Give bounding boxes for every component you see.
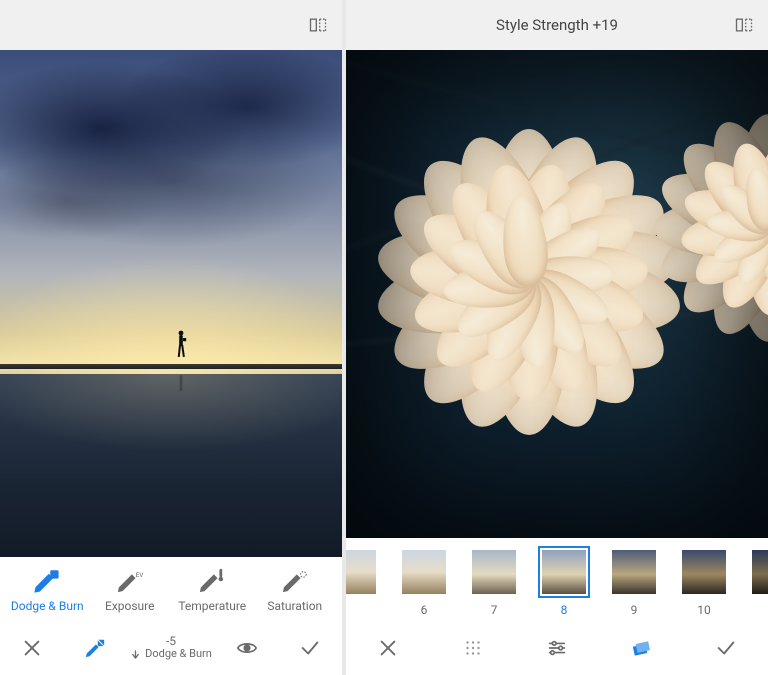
flower-side bbox=[678, 138, 768, 318]
brush-exposure-icon: EV bbox=[115, 567, 145, 593]
arrow-down-icon bbox=[130, 649, 141, 660]
filter-label: 6 bbox=[421, 603, 428, 617]
tool-saturation[interactable]: Saturation bbox=[254, 567, 337, 613]
right-topbar: Style Strength +19 bbox=[346, 0, 768, 50]
apply-button[interactable] bbox=[684, 637, 768, 659]
right-screen: Style Strength +19 bbox=[346, 0, 768, 675]
filter-label: 10 bbox=[697, 603, 711, 617]
tool-label: Saturation bbox=[267, 599, 322, 613]
filter-partial[interactable] bbox=[746, 546, 768, 603]
tool-label: Temperature bbox=[178, 599, 246, 613]
compare-icon[interactable] bbox=[734, 15, 754, 35]
filter-9[interactable]: 9 bbox=[606, 546, 662, 617]
filter-10[interactable]: 10 bbox=[676, 546, 732, 617]
tool-label: Exposure bbox=[105, 599, 154, 613]
left-action-row: -5 Dodge & Burn bbox=[0, 619, 342, 675]
cancel-button[interactable] bbox=[0, 637, 63, 659]
visibility-button[interactable] bbox=[215, 637, 278, 659]
left-image-canvas[interactable] bbox=[0, 50, 342, 557]
left-screen: Dodge & Burn EV Exposure Temperature Sat… bbox=[0, 0, 342, 675]
texture-button[interactable] bbox=[430, 637, 514, 659]
tool-dodge-burn[interactable]: Dodge & Burn bbox=[6, 567, 89, 613]
slider-readout[interactable]: -5 Dodge & Burn bbox=[127, 635, 216, 660]
photo-beach-silhouette bbox=[0, 50, 342, 557]
filter-8[interactable]: 8 bbox=[536, 546, 592, 617]
filter-label: 8 bbox=[561, 603, 568, 617]
filter-label: 9 bbox=[631, 603, 638, 617]
right-action-row bbox=[346, 619, 768, 675]
tool-row: Dodge & Burn EV Exposure Temperature Sat… bbox=[0, 557, 342, 619]
filter-7[interactable]: 7 bbox=[466, 546, 522, 617]
apply-button[interactable] bbox=[279, 637, 342, 659]
filter-partial[interactable] bbox=[346, 546, 382, 603]
styles-button[interactable] bbox=[599, 637, 683, 659]
svg-text:EV: EV bbox=[135, 571, 144, 579]
brush-saturation-icon bbox=[280, 567, 310, 593]
compare-icon[interactable] bbox=[308, 15, 328, 35]
style-strength-label: Style Strength +19 bbox=[346, 16, 768, 34]
adjust-button[interactable] bbox=[515, 637, 599, 659]
cancel-button[interactable] bbox=[346, 637, 430, 659]
photo-dahlia-flower bbox=[346, 50, 768, 538]
person-silhouette bbox=[174, 329, 188, 363]
filter-label: 7 bbox=[491, 603, 498, 617]
tool-temperature[interactable]: Temperature bbox=[171, 567, 254, 613]
tool-label: Dodge & Burn bbox=[11, 599, 84, 613]
slider-label: Dodge & Burn bbox=[145, 648, 212, 660]
brush-temperature-icon bbox=[197, 567, 227, 593]
right-image-canvas[interactable] bbox=[346, 50, 768, 538]
brush-dodge-burn-icon bbox=[32, 567, 62, 593]
flower-main bbox=[414, 167, 644, 397]
filter-6[interactable]: 6 bbox=[396, 546, 452, 617]
tool-exposure[interactable]: EV Exposure bbox=[89, 567, 172, 613]
mask-brush-button[interactable] bbox=[63, 637, 126, 659]
filter-strip[interactable]: 6 7 8 9 10 bbox=[346, 538, 768, 619]
left-topbar bbox=[0, 0, 342, 50]
